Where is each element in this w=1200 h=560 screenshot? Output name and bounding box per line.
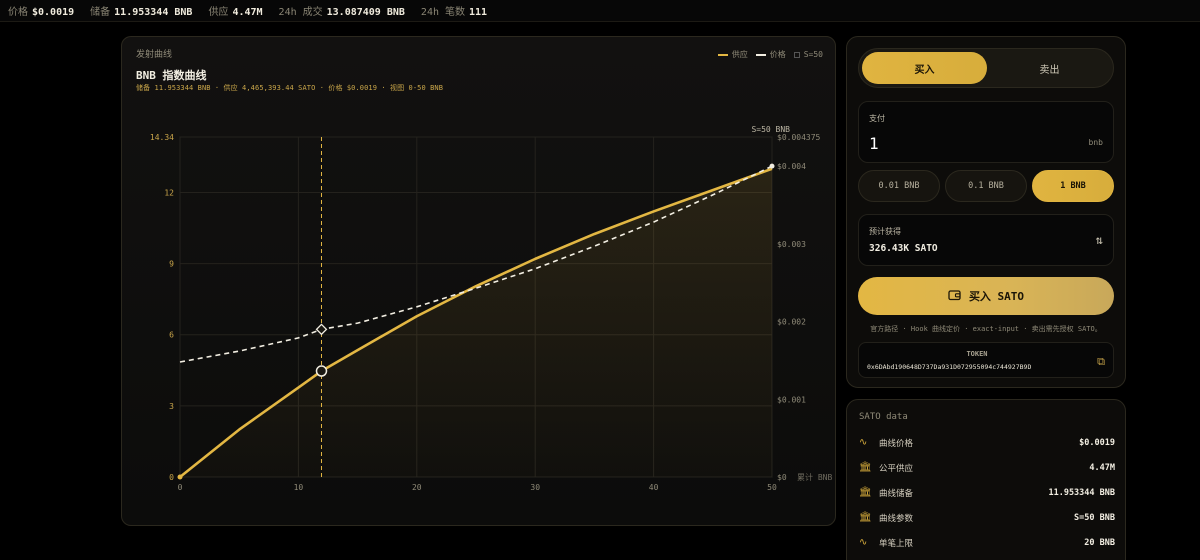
row-curve-reserve: 🏛 曲线储备 11.953344 BNB bbox=[859, 487, 1115, 499]
y-left-tick-label: 0 bbox=[169, 473, 174, 482]
y-left-tick-label: 6 bbox=[169, 331, 174, 340]
wallet-icon bbox=[948, 289, 961, 304]
pay-label: 支付 bbox=[869, 114, 885, 123]
ticker-24h-volume: 24h 成交 13.087409 BNB bbox=[278, 7, 405, 18]
copy-icon[interactable]: ⧉ bbox=[1097, 355, 1105, 369]
bank-icon: 🏛 bbox=[859, 512, 872, 523]
tab-buy[interactable]: 买入 bbox=[862, 52, 987, 84]
pay-box: 支付 bnb bbox=[858, 101, 1114, 163]
tab-sell[interactable]: 卖出 bbox=[987, 52, 1112, 84]
token-address[interactable]: 0x6DAbd190648D737Da931D072955094c744927B… bbox=[867, 363, 1031, 371]
activity-icon: ∿ bbox=[859, 537, 868, 548]
x-tick-label: 30 bbox=[530, 483, 540, 492]
y-left-tick-label: 12 bbox=[164, 188, 174, 197]
buy-sato-button[interactable]: 买入 SATO bbox=[858, 277, 1114, 315]
row-curve-price: ∿ 曲线价格 $0.0019 bbox=[859, 437, 1115, 449]
trade-tabs: 买入 卖出 bbox=[858, 48, 1114, 88]
y-right-tick-label: $0 bbox=[777, 473, 787, 482]
x-tick-label: 10 bbox=[294, 483, 304, 492]
curve-s-label: S=50 BNB bbox=[751, 125, 790, 134]
swap-vertical-icon[interactable]: ⇅ bbox=[1096, 233, 1103, 247]
y-right-tick-label: $0.002 bbox=[777, 318, 806, 327]
bonding-curve-chart[interactable]: 0 10 20 30 40 50 0 3 6 9 12 14.34 $0 $0.001 $0.002 $0.0… bbox=[122, 37, 837, 527]
ticker-supply: 供应 4.47M bbox=[208, 7, 263, 18]
ticker-24h-count: 24h 笔数 111 bbox=[420, 7, 488, 18]
amount-presets: 0.01 BNB 0.1 BNB 1 BNB bbox=[858, 170, 1114, 202]
x-tick-label: 20 bbox=[412, 483, 422, 492]
activity-icon: ∿ bbox=[859, 437, 868, 448]
pay-unit: bnb bbox=[1088, 138, 1103, 147]
bank-icon: 🏛 bbox=[859, 462, 872, 473]
y-right-tick-label: $0.001 bbox=[777, 395, 806, 404]
preset-0-1-bnb[interactable]: 0.1 BNB bbox=[945, 170, 1027, 202]
x-tick-label: 40 bbox=[649, 483, 659, 492]
current-supply-point bbox=[315, 365, 328, 377]
bonding-curve-panel: 发射曲线 BNB 指数曲线 储备 11.953344 BNB · 供应 4,46… bbox=[121, 36, 836, 526]
ticker-price: 价格 $0.0019 bbox=[8, 7, 75, 18]
y-right-tick-label: $0.004 bbox=[777, 162, 806, 171]
y-left-tick-label: 9 bbox=[169, 260, 174, 269]
token-label: TOKEN bbox=[966, 350, 988, 358]
x-tick-label: 50 bbox=[767, 483, 777, 492]
bank-icon: 🏛 bbox=[859, 487, 872, 498]
origin-point bbox=[177, 474, 183, 480]
supply-area bbox=[180, 168, 772, 477]
y-right-tick-label: $0.004375 bbox=[777, 133, 821, 142]
row-fair-supply: 🏛 公平供应 4.47M bbox=[859, 462, 1115, 474]
estimate-box: 预计获得 326.43K SATO ⇅ bbox=[858, 214, 1114, 266]
y-right-tick-label: $0.003 bbox=[777, 240, 806, 249]
preset-1-bnb[interactable]: 1 BNB bbox=[1032, 170, 1114, 202]
current-price-point bbox=[315, 323, 328, 336]
pay-amount-input[interactable] bbox=[869, 132, 1069, 154]
estimate-value: 326.43K SATO bbox=[869, 243, 938, 254]
x-tick-label: 0 bbox=[178, 483, 183, 492]
trade-panel: 买入 卖出 支付 bnb 0.01 BNB 0.1 BNB 1 BNB 预计获得… bbox=[846, 36, 1126, 388]
data-panel-title: SATO data bbox=[859, 412, 908, 422]
x-axis-unit: 累计 BNB bbox=[797, 472, 832, 482]
y-left-tick-label: 14.34 bbox=[150, 133, 174, 142]
buy-button-label: 买入 SATO bbox=[968, 290, 1025, 303]
estimate-label: 预计获得 bbox=[869, 227, 901, 236]
row-single-limit: ∿ 单笔上限 20 BNB bbox=[859, 537, 1115, 549]
route-note: 官方路径 · Hook 曲线定价 · exact-input · 卖出需先授权 … bbox=[870, 325, 1102, 333]
preset-0-01-bnb[interactable]: 0.01 BNB bbox=[858, 170, 940, 202]
sato-data-panel: SATO data ∿ 曲线价格 $0.0019 🏛 公平供应 4.47M 🏛 … bbox=[846, 399, 1126, 560]
data-rows: ∿ 曲线价格 $0.0019 🏛 公平供应 4.47M 🏛 曲线储备 11.95… bbox=[859, 430, 1115, 555]
ticker-reserve: 储备 11.953344 BNB bbox=[90, 7, 193, 18]
ticker-bar: 价格 $0.0019 储备 11.953344 BNB 供应 4.47M 24h 成交… bbox=[0, 0, 1200, 22]
token-box: TOKEN 0x6DAbd190648D737Da931D072955094c7… bbox=[858, 342, 1114, 378]
y-left-tick-label: 3 bbox=[169, 402, 174, 411]
row-curve-param: 🏛 曲线参数 S=50 BNB bbox=[859, 512, 1115, 524]
price-end-point bbox=[769, 163, 775, 169]
